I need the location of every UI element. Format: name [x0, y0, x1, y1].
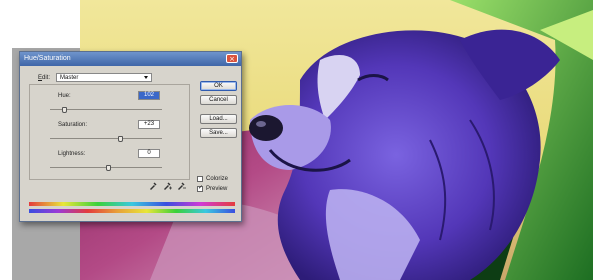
edit-select[interactable]: Master [56, 73, 152, 82]
eyedropper-minus-icon[interactable] [176, 181, 186, 191]
close-icon: × [229, 55, 235, 63]
dialog-title: Hue/Saturation [24, 55, 71, 62]
preview-checkbox[interactable]: ✓ [197, 184, 204, 192]
hue-slider-handle[interactable] [62, 107, 67, 113]
cancel-button[interactable]: Cancel [200, 95, 237, 105]
colorize-checkbox[interactable] [197, 176, 203, 182]
save-button[interactable]: Save... [200, 128, 237, 138]
saturation-input[interactable]: +23 [138, 120, 160, 129]
chevron-down-icon [144, 76, 148, 79]
load-button[interactable]: Load... [200, 114, 237, 124]
input-color-spectrum [29, 202, 235, 206]
eyedropper-plus-icon[interactable] [162, 181, 172, 191]
colorize-label: Colorize [206, 176, 229, 182]
hue-input[interactable]: 102 [138, 91, 160, 100]
edit-select-value: Master [60, 75, 79, 81]
lightness-slider-handle[interactable] [106, 165, 111, 171]
eyedropper-icon[interactable] [148, 181, 158, 191]
saturation-slider-handle[interactable] [118, 136, 123, 142]
dialog-titlebar[interactable]: Hue/Saturation × [20, 52, 241, 66]
hue-saturation-dialog: Hue/Saturation × Edit: Master Hue: 102 S… [19, 51, 242, 222]
ok-button[interactable]: OK [200, 81, 237, 91]
output-color-spectrum [29, 209, 235, 213]
close-button[interactable]: × [226, 54, 238, 63]
preview-label: Preview [206, 186, 228, 192]
saturation-label: Saturation: [58, 122, 88, 128]
checkmark-icon: ✓ [198, 184, 204, 191]
saturation-slider-track[interactable] [50, 138, 162, 139]
lightness-label: Lightness: [58, 151, 86, 157]
edit-label: Edit: [38, 74, 50, 82]
edit-label-rest: dit: [42, 75, 51, 81]
lightness-input[interactable]: 0 [138, 149, 160, 158]
hue-label: Hue: [58, 93, 71, 99]
screenshot: Hue/Saturation × Edit: Master Hue: 102 S… [0, 0, 593, 280]
